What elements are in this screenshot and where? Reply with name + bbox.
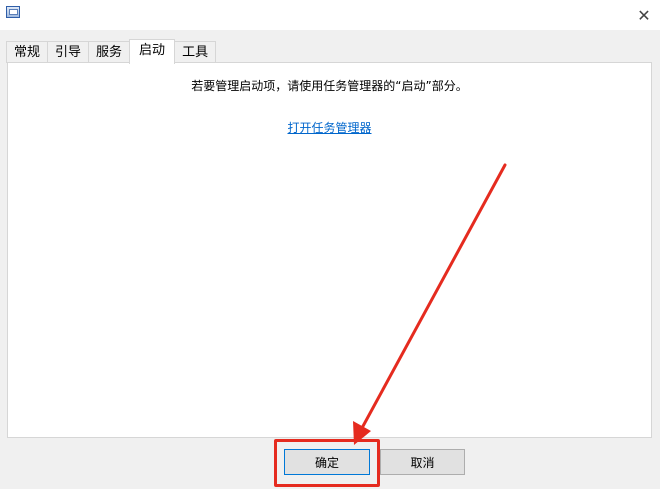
annotation-arrow [353,163,507,445]
system-config-window: ✕ 常规 引导 服务 启动 工具 若要管理启动项，请使用任务管理器的“启动”部分… [0,0,660,489]
annotation-arrow-shaft [360,163,507,430]
tab-startup[interactable]: 启动 [129,39,176,64]
annotation-arrow-head [353,421,371,445]
